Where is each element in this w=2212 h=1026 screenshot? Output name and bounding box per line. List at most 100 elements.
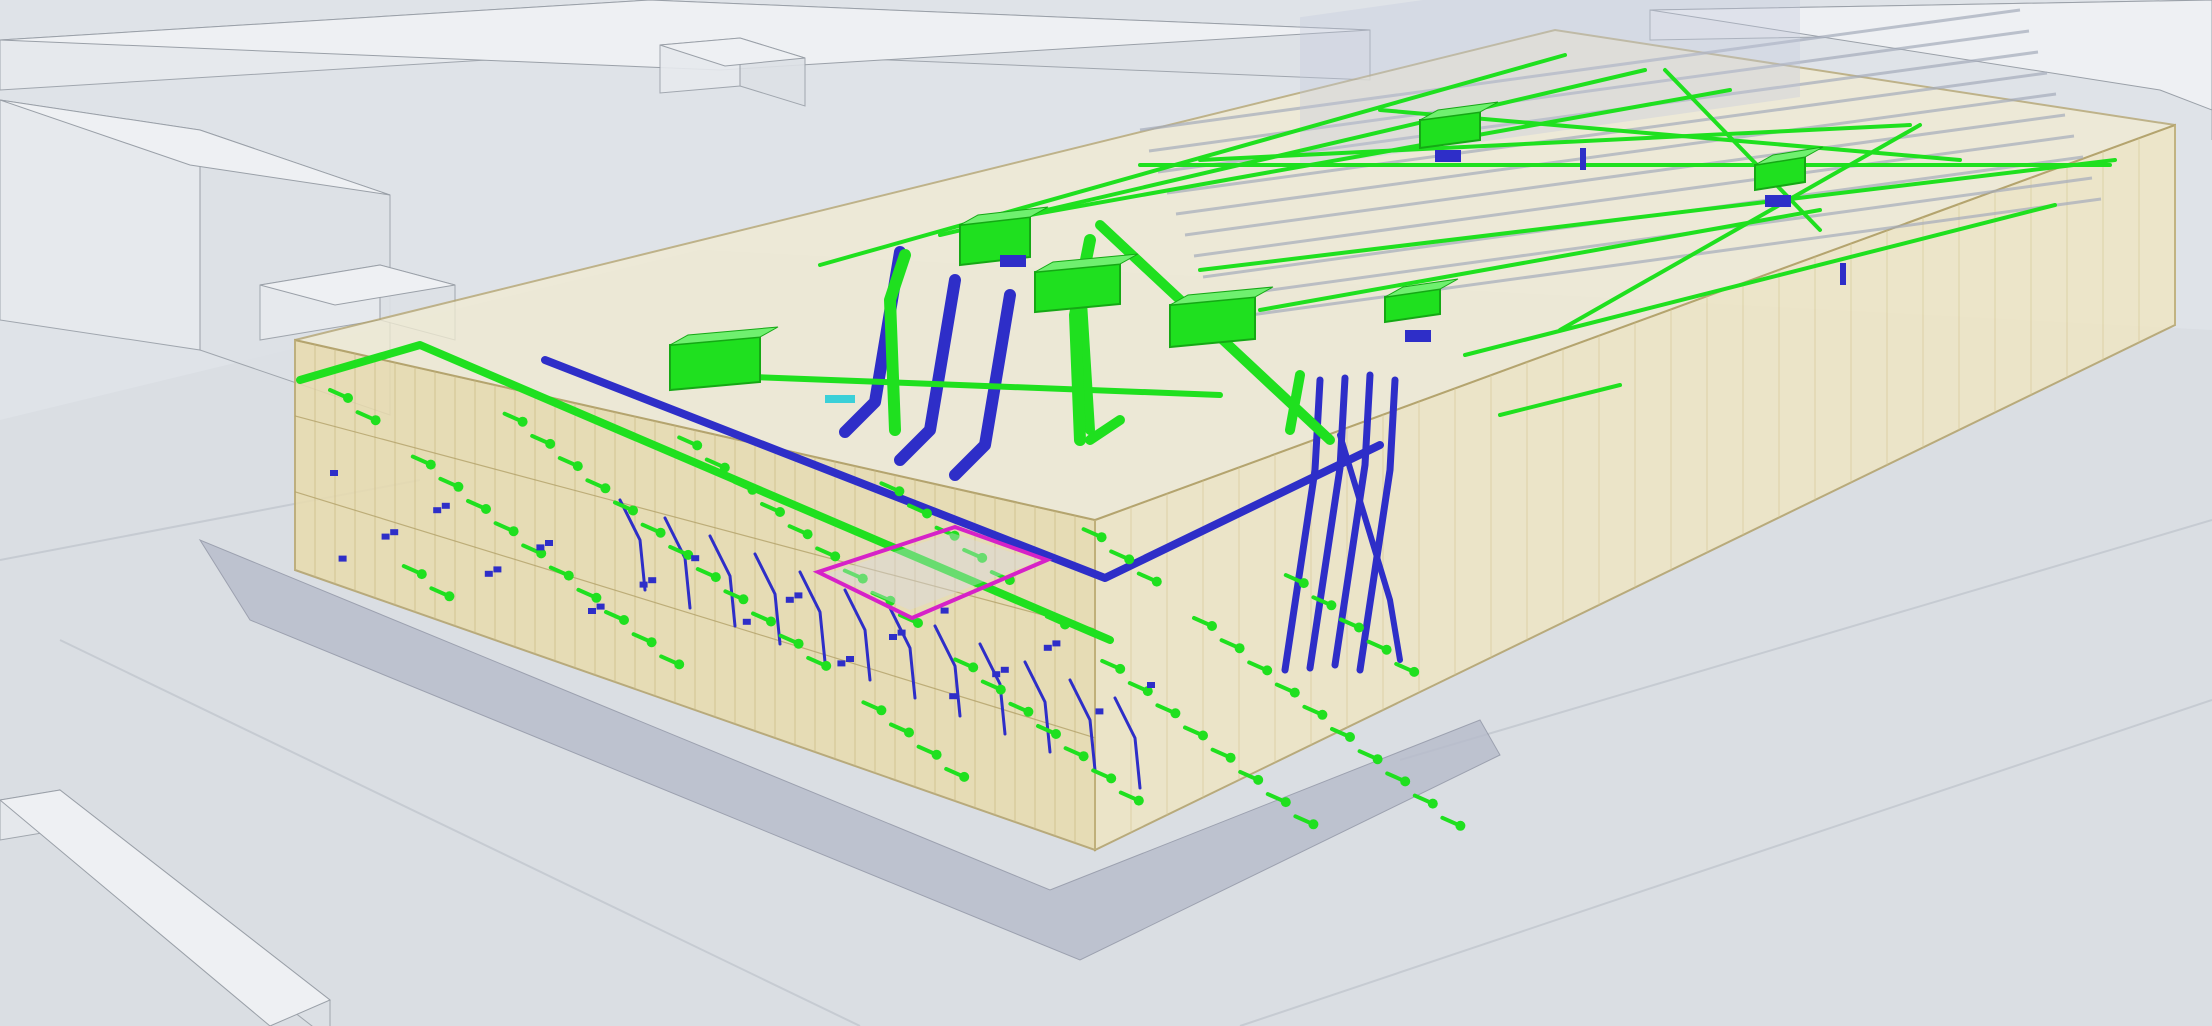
air-terminal-icon[interactable] <box>572 461 583 472</box>
air-terminal-icon[interactable] <box>742 618 751 625</box>
air-terminal-icon[interactable] <box>545 438 556 449</box>
air-terminal-icon[interactable] <box>600 483 611 494</box>
air-terminal-icon[interactable] <box>433 507 442 514</box>
air-terminal-icon[interactable] <box>1409 666 1420 677</box>
air-terminal-icon[interactable] <box>897 629 906 636</box>
air-terminal-icon[interactable] <box>1298 578 1309 589</box>
air-terminal-icon[interactable] <box>338 555 347 562</box>
air-terminal-icon[interactable] <box>655 527 666 538</box>
air-terminal-icon[interactable] <box>1345 732 1355 742</box>
air-terminal-icon[interactable] <box>931 749 942 760</box>
air-terminal-icon[interactable] <box>959 771 970 782</box>
air-terminal-icon[interactable] <box>710 572 721 583</box>
air-terminal-icon[interactable] <box>425 459 436 470</box>
air-terminal-icon[interactable] <box>940 607 949 614</box>
air-terminal-icon[interactable] <box>1381 644 1392 655</box>
air-terminal-icon[interactable] <box>591 592 602 603</box>
air-terminal-icon[interactable] <box>719 462 730 473</box>
air-terminal-icon[interactable] <box>596 603 605 610</box>
air-terminal-icon[interactable] <box>648 577 657 584</box>
air-terminal-icon[interactable] <box>846 656 854 662</box>
air-terminal-icon[interactable] <box>876 705 887 716</box>
air-handling-unit-icon[interactable] <box>1435 150 1461 162</box>
air-terminal-icon[interactable] <box>1234 643 1245 654</box>
air-terminal-icon[interactable] <box>894 486 905 497</box>
air-terminal-icon[interactable] <box>747 484 758 495</box>
air-terminal-icon[interactable] <box>1078 751 1089 762</box>
air-terminal-icon[interactable] <box>1427 798 1438 809</box>
air-terminal-icon[interactable] <box>1023 706 1034 717</box>
air-terminal-icon[interactable] <box>545 540 553 546</box>
air-terminal-icon[interactable] <box>793 638 804 649</box>
air-terminal-icon[interactable] <box>563 570 574 581</box>
air-terminal-icon[interactable] <box>1225 752 1236 763</box>
air-terminal-icon[interactable] <box>1455 820 1466 831</box>
air-terminal-icon[interactable] <box>1280 797 1291 808</box>
air-terminal-icon[interactable] <box>904 727 914 738</box>
air-terminal-icon[interactable] <box>381 533 390 540</box>
air-terminal-icon[interactable] <box>1317 709 1328 720</box>
air-terminal-icon[interactable] <box>484 570 493 577</box>
air-terminal-icon[interactable] <box>1253 774 1264 785</box>
air-terminal-icon[interactable] <box>1043 644 1052 651</box>
air-terminal-icon[interactable] <box>441 502 450 509</box>
air-terminal-icon[interactable] <box>1096 532 1107 543</box>
air-terminal-icon[interactable] <box>1106 773 1117 784</box>
air-terminal-icon[interactable] <box>1354 622 1364 633</box>
air-terminal-icon[interactable] <box>1207 621 1217 631</box>
air-terminal-icon[interactable] <box>785 596 794 603</box>
air-handling-unit-icon[interactable] <box>669 335 761 392</box>
air-terminal-icon[interactable] <box>992 671 1001 678</box>
air-terminal-icon[interactable] <box>837 660 846 667</box>
air-terminal-icon[interactable] <box>766 616 776 627</box>
air-terminal-icon[interactable] <box>1052 640 1061 647</box>
air-terminal-icon[interactable] <box>691 555 700 562</box>
return-duct-icon[interactable] <box>1840 263 1846 285</box>
air-handling-unit-icon[interactable] <box>1000 255 1026 267</box>
air-terminal-icon[interactable] <box>1095 708 1104 715</box>
air-terminal-icon[interactable] <box>370 415 381 426</box>
air-terminal-icon[interactable] <box>646 637 657 648</box>
air-terminal-icon[interactable] <box>1372 754 1383 765</box>
air-terminal-icon[interactable] <box>889 634 897 640</box>
air-handling-unit-icon[interactable] <box>1765 195 1791 207</box>
air-terminal-icon[interactable] <box>517 416 528 427</box>
air-terminal-icon[interactable] <box>1151 576 1162 587</box>
air-terminal-icon[interactable] <box>628 505 638 516</box>
air-terminal-icon[interactable] <box>1147 682 1155 688</box>
air-terminal-icon[interactable] <box>674 659 685 670</box>
air-terminal-icon[interactable] <box>343 393 353 403</box>
equipment-tag[interactable] <box>825 395 855 403</box>
air-terminal-icon[interactable] <box>949 693 958 700</box>
model-viewport[interactable] <box>0 0 2212 1026</box>
air-terminal-icon[interactable] <box>1198 730 1208 741</box>
air-terminal-icon[interactable] <box>330 470 338 476</box>
air-terminal-icon[interactable] <box>508 526 519 537</box>
air-terminal-icon[interactable] <box>821 660 832 671</box>
air-terminal-icon[interactable] <box>416 569 427 580</box>
air-terminal-icon[interactable] <box>968 662 979 673</box>
air-terminal-icon[interactable] <box>493 566 502 573</box>
air-terminal-icon[interactable] <box>738 594 749 605</box>
air-terminal-icon[interactable] <box>453 481 464 492</box>
air-terminal-icon[interactable] <box>1133 795 1144 806</box>
air-terminal-icon[interactable] <box>1289 687 1300 698</box>
bim-model-scene[interactable] <box>0 0 2212 1026</box>
air-terminal-icon[interactable] <box>536 544 545 551</box>
air-terminal-icon[interactable] <box>1170 708 1181 719</box>
return-duct-icon[interactable] <box>1580 148 1586 170</box>
air-terminal-icon[interactable] <box>1400 776 1411 787</box>
air-terminal-icon[interactable] <box>830 551 841 562</box>
air-terminal-icon[interactable] <box>1051 729 1061 739</box>
air-terminal-icon[interactable] <box>619 615 629 625</box>
air-terminal-icon[interactable] <box>1262 665 1273 676</box>
air-terminal-icon[interactable] <box>1308 819 1319 830</box>
air-handling-unit-icon[interactable] <box>1169 295 1256 349</box>
air-handling-unit-icon[interactable] <box>1405 330 1431 342</box>
air-terminal-icon[interactable] <box>1124 554 1135 565</box>
air-terminal-icon[interactable] <box>1326 600 1337 611</box>
air-terminal-icon[interactable] <box>922 508 932 519</box>
air-terminal-icon[interactable] <box>913 618 923 628</box>
air-terminal-icon[interactable] <box>794 592 803 599</box>
air-terminal-icon[interactable] <box>995 684 1006 695</box>
